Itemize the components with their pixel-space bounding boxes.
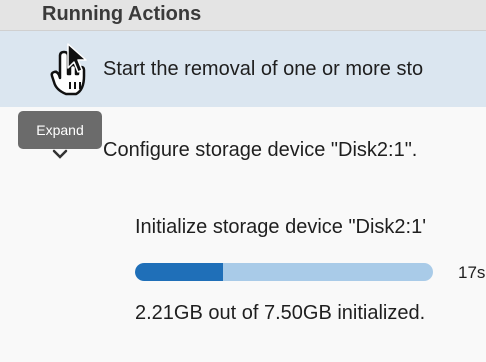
initialize-action-label: Initialize storage device "Disk2:1' — [135, 216, 427, 238]
expand-tooltip: Expand — [18, 111, 102, 149]
progress-fill — [135, 263, 223, 281]
running-actions-header: Running Actions — [0, 0, 486, 31]
initialize-progress-bar — [135, 263, 433, 281]
chevron-down-icon[interactable] — [52, 149, 68, 159]
initialize-status-text: 2.21GB out of 7.50GB initialized. — [135, 302, 426, 324]
panel-title: Running Actions — [42, 3, 202, 25]
arrow-pointer-icon — [67, 43, 87, 73]
removal-action-label: Start the removal of one or more sto — [103, 58, 424, 80]
configure-action-label: Configure storage device "Disk2:1". — [103, 139, 418, 161]
time-remaining: 17s — [458, 263, 486, 282]
